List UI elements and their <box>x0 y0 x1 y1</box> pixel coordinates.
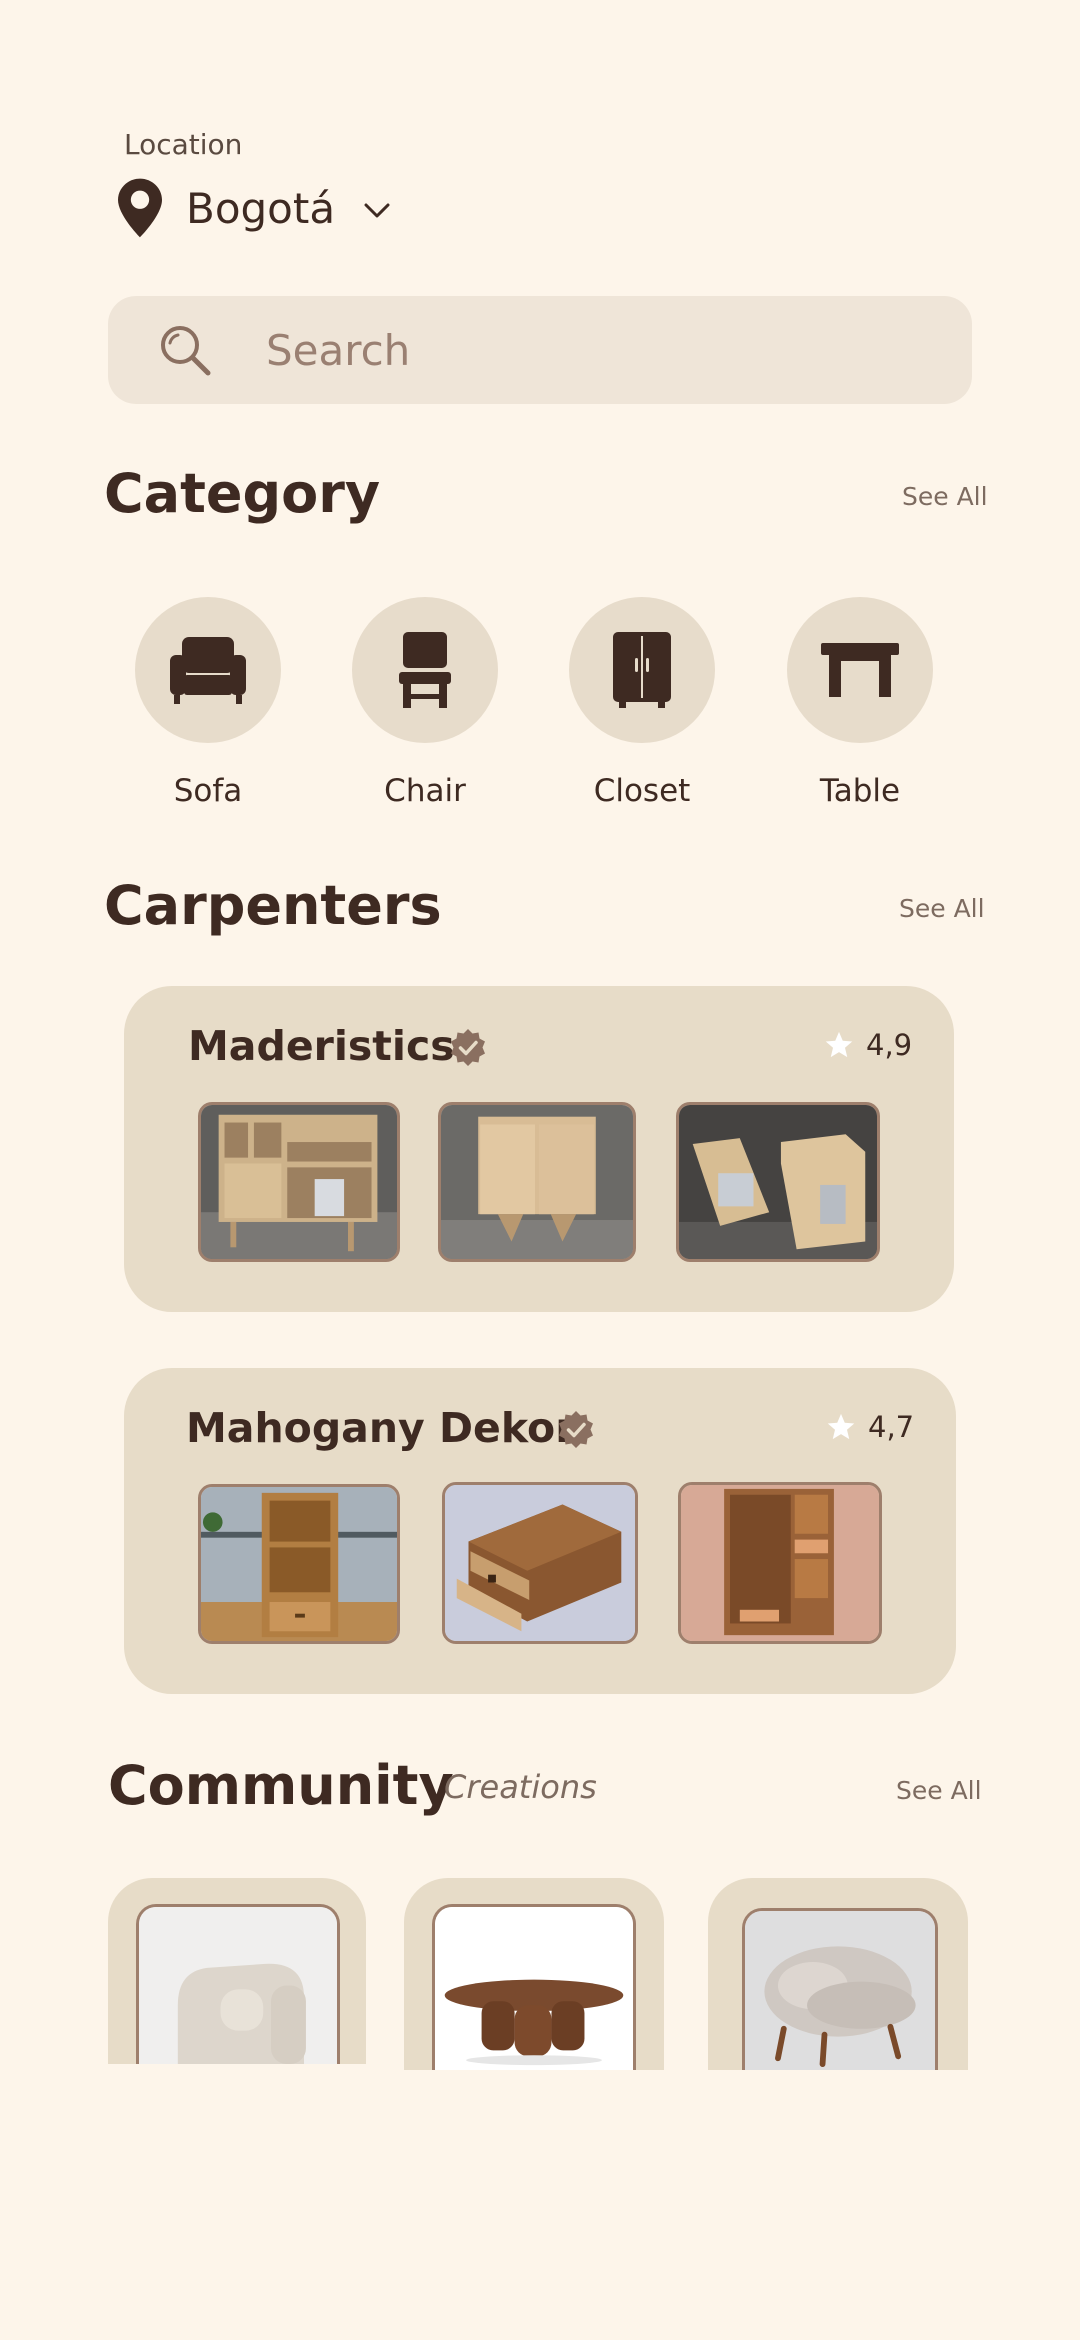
category-chair-circle <box>352 597 498 743</box>
community-creation-image <box>742 1908 938 2070</box>
carpenter-work-thumbnail[interactable] <box>198 1484 400 1644</box>
carpenter-work-thumbnail[interactable] <box>198 1102 400 1262</box>
carpenter-rating: 4,7 <box>826 1410 914 1444</box>
carpenter-name: Maderistics <box>188 1022 455 1070</box>
sofa-icon <box>170 637 246 704</box>
verified-badge-icon <box>451 1029 485 1066</box>
search-icon <box>161 326 211 376</box>
carpenter-card-mahogany-dekor[interactable]: Mahogany Dekor 4,7 <box>124 1368 956 1694</box>
carpenters-see-all-link[interactable]: See All <box>899 894 985 923</box>
community-card[interactable] <box>108 1878 366 2064</box>
carpenter-rating-value: 4,7 <box>868 1410 915 1444</box>
carpenter-work-thumbnail[interactable] <box>676 1102 880 1262</box>
closet-icon <box>613 632 671 708</box>
community-creation-image <box>136 1904 340 2064</box>
carpenter-work-thumbnail[interactable] <box>442 1482 638 1644</box>
carpenter-rating-value: 4,9 <box>866 1028 913 1062</box>
location-label: Location <box>124 128 243 161</box>
category-chair[interactable]: Chair <box>352 597 498 809</box>
carpenter-card-maderistics[interactable]: Maderistics 4,9 <box>124 986 954 1312</box>
category-sofa-label: Sofa <box>173 773 243 809</box>
location-selector[interactable]: Bogotá <box>118 178 391 238</box>
category-chair-label: Chair <box>384 773 466 809</box>
armchair-photo <box>139 1907 337 2064</box>
wall-cabinet-photo <box>681 1485 879 1641</box>
chevron-down-icon <box>364 203 390 218</box>
carpenters-title: Carpenters <box>104 874 442 937</box>
carpenter-work-thumbnail[interactable] <box>678 1482 882 1644</box>
community-see-all-link[interactable]: See All <box>896 1776 982 1805</box>
category-closet-label: Closet <box>593 773 691 809</box>
verified-badge-icon <box>559 1411 593 1448</box>
carpenter-name: Mahogany Dekor <box>186 1404 576 1452</box>
community-creation-image <box>432 1904 636 2070</box>
community-card[interactable] <box>404 1878 664 2070</box>
chair-icon <box>399 632 451 708</box>
category-table-circle <box>787 597 933 743</box>
category-table-label: Table <box>819 773 901 809</box>
search-bar[interactable] <box>108 296 972 404</box>
bookend-tables-photo <box>679 1105 877 1259</box>
wooden-cabinet-photo <box>441 1105 633 1259</box>
category-see-all-link[interactable]: See All <box>902 482 988 511</box>
category-sofa[interactable]: Sofa <box>135 597 281 809</box>
category-sofa-circle <box>135 597 281 743</box>
category-closet-circle <box>569 597 715 743</box>
wooden-shelf-unit-photo <box>201 1487 397 1641</box>
star-icon <box>827 1413 855 1440</box>
category-title: Category <box>104 462 381 525</box>
category-closet[interactable]: Closet <box>569 597 715 809</box>
coffee-table-photo <box>435 1907 633 2070</box>
carpenter-rating: 4,9 <box>824 1028 912 1062</box>
lounge-chair-photo <box>745 1911 935 2070</box>
table-icon <box>821 643 899 697</box>
category-table[interactable]: Table <box>787 597 933 809</box>
map-pin-icon <box>118 178 162 238</box>
community-card[interactable] <box>708 1878 968 2070</box>
location-city: Bogotá <box>186 183 336 233</box>
search-input[interactable] <box>266 325 866 375</box>
bookshelf-cabinet-photo <box>201 1105 397 1259</box>
community-title: Community <box>108 1754 454 1817</box>
carpenter-work-thumbnail[interactable] <box>438 1102 636 1262</box>
star-icon <box>825 1031 853 1058</box>
wooden-drawers-photo <box>445 1485 635 1641</box>
community-subtitle: Creations <box>444 1768 597 1806</box>
